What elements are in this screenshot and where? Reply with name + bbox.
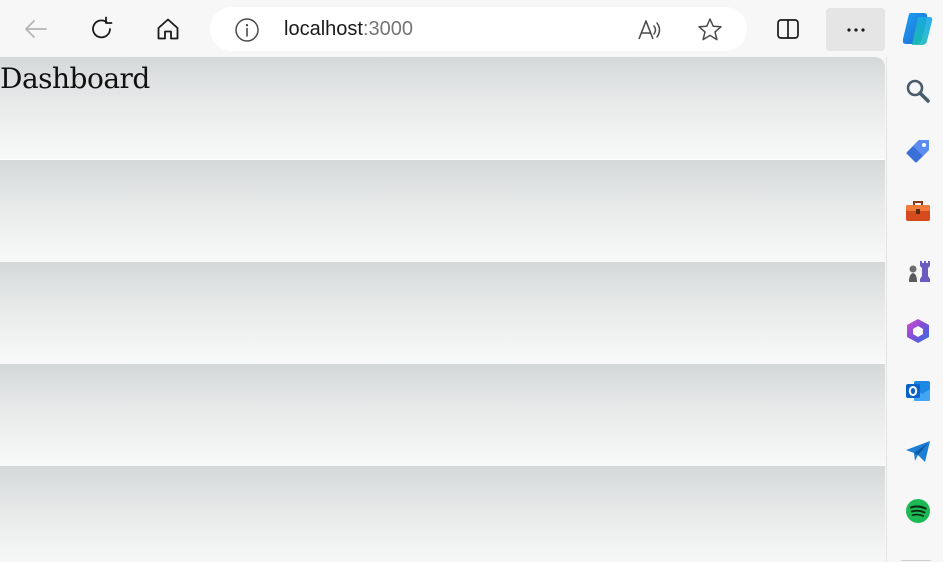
more-icon xyxy=(846,27,865,32)
chess-pieces-icon xyxy=(909,261,930,282)
copilot-icon[interactable] xyxy=(898,9,936,49)
page-title: Dashboard xyxy=(0,62,150,95)
sidebar-item-search[interactable] xyxy=(902,75,934,107)
sidebar-divider xyxy=(901,560,931,561)
search-icon xyxy=(906,79,930,103)
refresh-button[interactable] xyxy=(82,9,122,49)
dashboard-panel xyxy=(0,262,885,364)
address-bar[interactable]: localhost:3000 xyxy=(210,7,747,51)
browser-window: localhost:3000 Dashboard xyxy=(0,0,943,562)
edge-sidebar xyxy=(886,57,943,562)
dashboard-panel xyxy=(0,364,885,466)
arrow-left-icon xyxy=(25,20,47,38)
read-aloud-icon[interactable] xyxy=(636,16,664,44)
sidebar-item-shopping[interactable] xyxy=(902,135,934,167)
m365-icon xyxy=(907,319,929,343)
info-icon[interactable] xyxy=(234,17,260,43)
back-button[interactable] xyxy=(16,9,56,49)
star-icon[interactable] xyxy=(696,16,724,44)
refresh-icon xyxy=(92,16,113,39)
url-text[interactable]: localhost:3000 xyxy=(284,17,413,41)
paper-plane-icon xyxy=(906,441,930,462)
home-button[interactable] xyxy=(148,9,188,49)
sidebar-item-microsoft-365[interactable] xyxy=(902,315,934,347)
page-viewport: Dashboard xyxy=(0,57,885,562)
price-tag-icon xyxy=(906,140,929,163)
toolbox-icon xyxy=(906,201,930,221)
more-menu-button[interactable] xyxy=(826,8,885,51)
sidebar-item-spotify[interactable] xyxy=(902,495,934,527)
home-icon xyxy=(157,18,179,40)
sidebar-item-tools[interactable] xyxy=(902,195,934,227)
dashboard-panel xyxy=(0,160,885,262)
sidebar-item-telegram[interactable] xyxy=(902,435,934,467)
split-screen-button[interactable] xyxy=(768,9,808,49)
sidebar-item-games[interactable] xyxy=(902,255,934,287)
dashboard-panel xyxy=(0,466,885,562)
url-host: localhost xyxy=(284,18,363,40)
split-screen-icon xyxy=(777,19,799,39)
spotify-icon xyxy=(906,499,930,523)
outlook-icon xyxy=(906,381,930,401)
sidebar-item-outlook[interactable] xyxy=(902,375,934,407)
browser-toolbar: localhost:3000 xyxy=(0,0,943,57)
url-port: :3000 xyxy=(362,18,413,40)
